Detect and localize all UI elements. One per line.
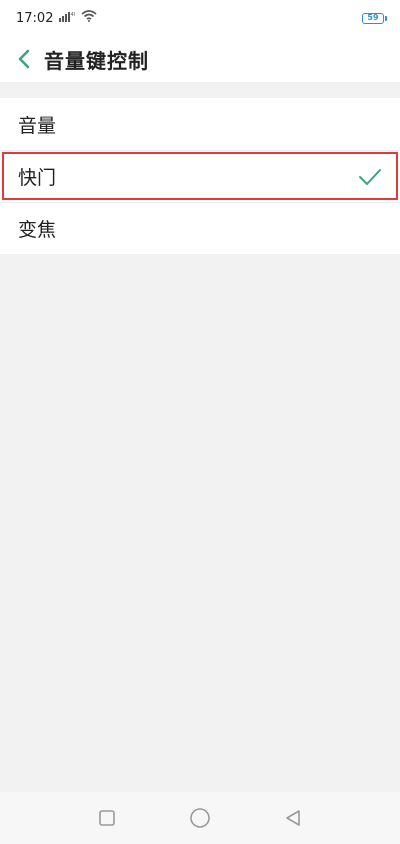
- square-icon: [98, 810, 115, 826]
- back-nav-button[interactable]: [278, 803, 308, 833]
- recent-apps-button[interactable]: [92, 803, 122, 833]
- checkmark-icon: [359, 168, 381, 185]
- status-right: 59: [362, 12, 387, 24]
- battery-level: 59: [367, 13, 379, 22]
- section-gap: [0, 82, 400, 98]
- volume-key-options-list: 音量 快门 变焦: [0, 98, 400, 254]
- triangle-back-icon: [286, 810, 301, 826]
- settings-screen: 17:02 4G 59: [0, 0, 400, 844]
- home-button[interactable]: [185, 803, 215, 833]
- option-zoom[interactable]: 变焦: [0, 202, 400, 254]
- circle-icon: [190, 808, 210, 828]
- option-label: 变焦: [18, 219, 57, 241]
- back-button[interactable]: [12, 44, 36, 74]
- chevron-left-icon: [18, 49, 30, 69]
- wifi-icon: [81, 10, 97, 26]
- page-title: 音量键控制: [44, 48, 149, 73]
- option-label: 音量: [18, 114, 57, 137]
- status-time: 17:02: [16, 10, 54, 26]
- status-left: 17:02 4G: [16, 10, 97, 26]
- header: 音量键控制: [0, 36, 400, 82]
- navigation-bar: [0, 792, 400, 844]
- svg-text:4G: 4G: [71, 12, 76, 18]
- option-shutter[interactable]: 快门: [0, 150, 400, 202]
- option-label: 快门: [18, 167, 57, 189]
- option-volume[interactable]: 音量: [0, 98, 400, 150]
- signal-icon: 4G: [59, 11, 78, 26]
- battery-icon: 59: [362, 12, 387, 24]
- status-bar: 17:02 4G 59: [0, 0, 400, 36]
